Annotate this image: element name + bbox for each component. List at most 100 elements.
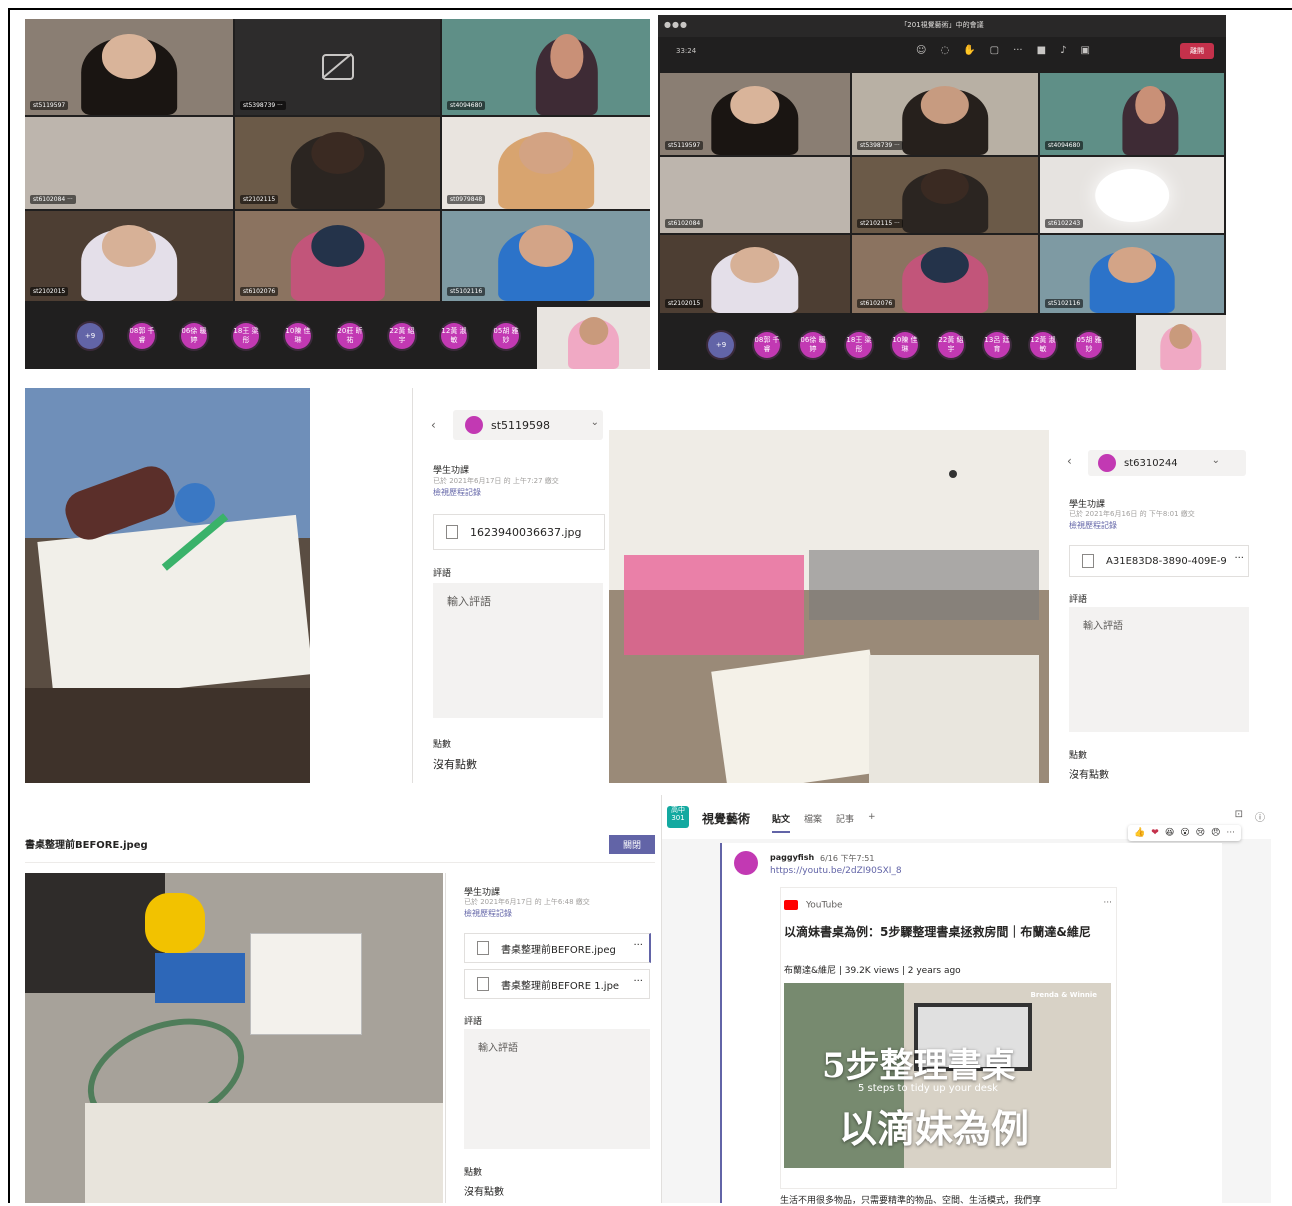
- info-icon[interactable]: ⓘ: [1255, 809, 1265, 824]
- attachment-file[interactable]: A31E83D8-3890-409E-9 ···: [1069, 545, 1249, 577]
- roster-avatar[interactable]: 05胡 雅妙: [493, 323, 519, 349]
- roster-avatar[interactable]: 20莊 昕祐: [337, 323, 363, 349]
- history-link[interactable]: 檢視歷程記錄: [433, 487, 481, 498]
- surprised-reaction-icon[interactable]: 😮: [1180, 828, 1189, 838]
- more-options-icon[interactable]: ···: [1103, 898, 1112, 908]
- video-tile[interactable]: st5398739 ···: [235, 19, 440, 115]
- roster-avatar[interactable]: 22黃 紹宇: [938, 332, 964, 358]
- video-tile[interactable]: st5102116: [442, 211, 650, 301]
- self-view-tile[interactable]: [1136, 315, 1226, 370]
- chevron-left-icon[interactable]: ‹: [431, 418, 436, 432]
- history-link[interactable]: 檢視歷程記錄: [1069, 520, 1117, 531]
- roster-avatar[interactable]: 18王 梁彤: [846, 332, 872, 358]
- comment-input[interactable]: 輸入評語: [464, 1029, 650, 1149]
- participant-name: st5102116: [1045, 299, 1084, 308]
- self-view-tile[interactable]: [537, 307, 650, 369]
- video-tile[interactable]: st2102115 ···: [852, 157, 1038, 233]
- more-options-icon[interactable]: ···: [1226, 828, 1235, 838]
- video-tile[interactable]: st5102116: [1040, 235, 1224, 313]
- points-value[interactable]: 沒有點數: [433, 756, 477, 772]
- chat-icon[interactable]: ◌: [940, 45, 949, 56]
- student-id: st5119598: [491, 418, 551, 432]
- video-tile[interactable]: st5398739 ···: [852, 73, 1038, 155]
- video-tile[interactable]: st6102084: [660, 157, 850, 233]
- roster-avatar[interactable]: 13呂 廷育: [984, 332, 1010, 358]
- points-value[interactable]: 沒有點數: [1069, 766, 1109, 781]
- attachment-file[interactable]: 書桌整理前BEFORE 1.jpe ···: [464, 969, 650, 999]
- meeting-window-left: st5119597 st5398739 ··· st4094680 st6102…: [25, 19, 650, 369]
- more-options-icon[interactable]: ···: [633, 976, 643, 987]
- frame-border-top: [8, 8, 1292, 10]
- leave-button[interactable]: 離開: [1180, 43, 1214, 59]
- team-badge[interactable]: 高中 301: [667, 806, 689, 828]
- history-link[interactable]: 檢視歷程記錄: [464, 908, 512, 919]
- participants-icon[interactable]: ☺: [916, 45, 926, 56]
- more-options-icon[interactable]: ···: [633, 940, 643, 951]
- like-reaction-icon[interactable]: 👍: [1134, 828, 1145, 838]
- attachment-file[interactable]: 1623940036637.jpg: [433, 514, 605, 550]
- video-thumbnail[interactable]: Brenda & Winnie 5步整理書桌 5 steps to tidy u…: [784, 983, 1111, 1168]
- mic-icon[interactable]: ♪: [1060, 45, 1066, 56]
- video-tile[interactable]: st6102076: [235, 211, 440, 301]
- comment-input[interactable]: 輸入評語: [1069, 607, 1249, 732]
- video-tile[interactable]: st4094680: [1040, 73, 1224, 155]
- video-tile[interactable]: st6102243: [1040, 157, 1224, 233]
- thumb-subtitle: 5 steps to tidy up your desk: [858, 1083, 998, 1094]
- video-tile[interactable]: st2102115: [235, 117, 440, 209]
- roster-avatar[interactable]: 05胡 雅妙: [1076, 332, 1102, 358]
- video-tile[interactable]: st6102076: [852, 235, 1038, 313]
- link-preview-card[interactable]: YouTube ··· 以滴妹書桌為例：5步驟整理書桌拯救房間｜布蘭達&維尼 布…: [780, 887, 1117, 1189]
- submission-photo: [25, 873, 443, 1203]
- chevron-left-icon[interactable]: ‹: [1067, 454, 1072, 468]
- video-tile[interactable]: st2102015: [660, 235, 850, 313]
- video-tile[interactable]: st5119597: [25, 19, 233, 115]
- video-tile[interactable]: st0979848: [442, 117, 650, 209]
- video-tile[interactable]: st5119597: [660, 73, 850, 155]
- roster-avatar[interactable]: 06徐 暖婷: [181, 323, 207, 349]
- heart-reaction-icon[interactable]: ❤: [1151, 828, 1159, 838]
- meet-icon[interactable]: ⊡: [1235, 809, 1243, 820]
- student-selector[interactable]: st5119598 ⌄: [453, 410, 603, 440]
- close-button[interactable]: 關閉: [608, 835, 655, 854]
- comment-label: 評語: [1069, 595, 1088, 605]
- video-tile[interactable]: st4094680: [442, 19, 650, 115]
- rooms-icon[interactable]: ▢: [990, 45, 999, 56]
- roster-avatar[interactable]: 10陳 佳琳: [892, 332, 918, 358]
- roster-avatar[interactable]: 18王 梁彤: [233, 323, 259, 349]
- attachment-file[interactable]: 書桌整理前BEFORE.jpeg ···: [464, 933, 651, 963]
- post-link[interactable]: https://youtu.be/2dZI90SXI_8: [770, 866, 902, 876]
- add-tab-icon[interactable]: +: [868, 812, 876, 833]
- participant-name: st5398739 ···: [857, 141, 903, 150]
- tab-files[interactable]: 檔案: [804, 812, 822, 833]
- more-participants-button[interactable]: +9: [77, 323, 103, 349]
- reactions-icon[interactable]: ✋: [963, 45, 975, 56]
- video-tile[interactable]: st6102084 ···: [25, 117, 233, 209]
- laugh-reaction-icon[interactable]: 😆: [1165, 828, 1174, 838]
- roster-avatar[interactable]: 22黃 紹宇: [389, 323, 415, 349]
- tab-posts[interactable]: 貼文: [772, 812, 791, 833]
- share-icon[interactable]: ▣: [1080, 45, 1089, 56]
- participant-name: st2102115: [240, 195, 279, 204]
- sad-reaction-icon[interactable]: 😢: [1196, 828, 1205, 838]
- roster-avatar[interactable]: 06徐 暖婷: [800, 332, 826, 358]
- points-value[interactable]: 沒有點數: [464, 1183, 504, 1198]
- comment-input[interactable]: 輸入評語: [433, 583, 603, 718]
- student-selector[interactable]: st6310244 ⌄: [1088, 450, 1246, 476]
- video-tile[interactable]: st2102015: [25, 211, 233, 301]
- roster-avatar[interactable]: 12黃 淑敏: [1030, 332, 1056, 358]
- more-options-icon[interactable]: ···: [1234, 553, 1244, 564]
- chevron-down-icon: ⌄: [590, 417, 599, 428]
- roster-avatar[interactable]: 12黃 淑敏: [441, 323, 467, 349]
- post-author: paggyfish: [770, 853, 815, 862]
- roster-avatar[interactable]: 08郭 千睿: [129, 323, 155, 349]
- angry-reaction-icon[interactable]: 😠: [1211, 828, 1220, 838]
- roster-avatar[interactable]: 10陳 佳琳: [285, 323, 311, 349]
- more-participants-button[interactable]: +9: [708, 332, 734, 358]
- meeting-timer: 33:24: [676, 47, 697, 55]
- roster-avatar[interactable]: 08郭 千睿: [754, 332, 780, 358]
- tab-notes[interactable]: 記事: [836, 812, 854, 833]
- camera-icon[interactable]: ■: [1037, 45, 1046, 56]
- more-actions-icon[interactable]: ···: [1013, 45, 1023, 56]
- student-avatar: [1098, 454, 1116, 472]
- avatar[interactable]: [734, 851, 758, 875]
